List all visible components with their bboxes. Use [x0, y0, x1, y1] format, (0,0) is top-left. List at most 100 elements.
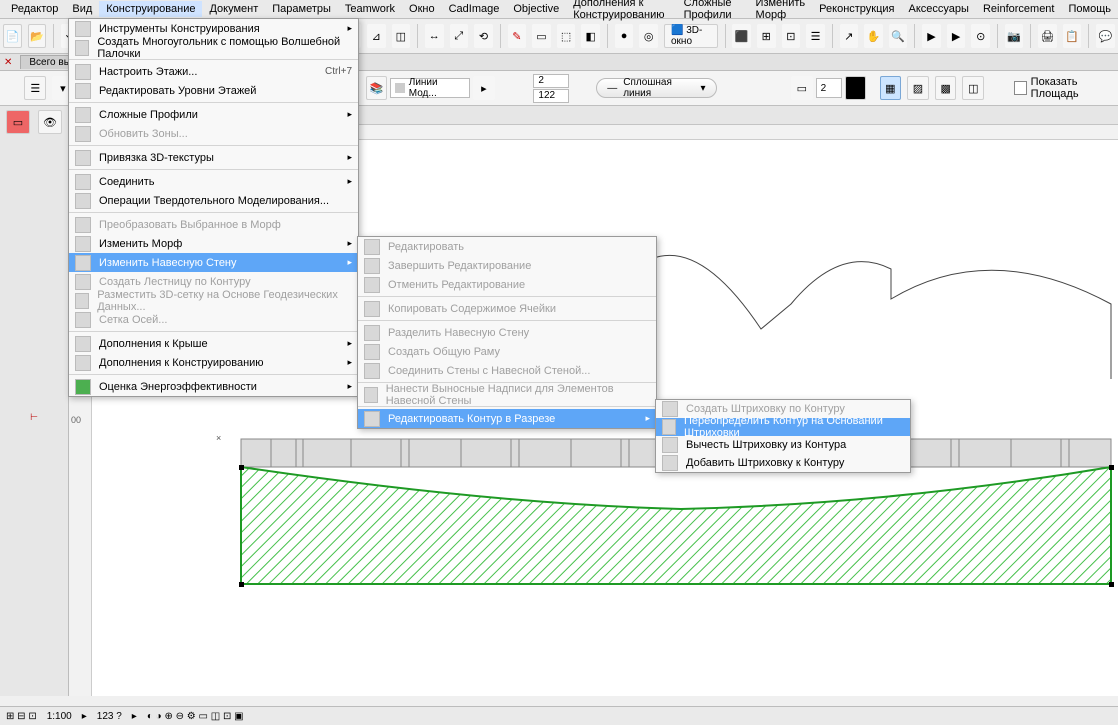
menu-view[interactable]: Вид — [65, 1, 99, 17]
menu-edit-story-levels[interactable]: Редактировать Уровни Этажей — [69, 81, 358, 100]
dim3-icon[interactable]: ⟲ — [474, 24, 493, 48]
contour-submenu[interactable]: Создать Штриховку по Контуру Переопредел… — [655, 399, 911, 473]
num-top-field[interactable]: 2 — [533, 74, 569, 88]
pen-field[interactable]: 2 — [816, 78, 842, 98]
view1-icon[interactable]: ● — [615, 24, 634, 48]
menu-complex-profiles[interactable]: Сложные Профили▸ — [69, 105, 358, 124]
menu-roof-extras[interactable]: Дополнения к Крыше▸ — [69, 334, 358, 353]
sub-edit: Редактировать — [358, 237, 656, 256]
new-icon[interactable]: 📄 — [3, 24, 22, 48]
arrow-icon[interactable]: ↗ — [840, 24, 859, 48]
menu-update-zones: Обновить Зоны... — [69, 124, 358, 143]
nav2-icon[interactable]: ⊞ — [757, 24, 776, 48]
fill-icon[interactable]: ▭ — [532, 24, 551, 48]
eye-icon[interactable]: 👁 — [38, 110, 62, 134]
menu-window[interactable]: Окно — [402, 1, 442, 17]
layer-icon[interactable]: 📚 — [366, 76, 388, 100]
menu-cadimage[interactable]: CadImage — [442, 1, 507, 17]
show-area-label: Показать Площадь — [1031, 76, 1118, 100]
menu-editor[interactable]: Редактор — [4, 1, 65, 17]
sub-labels: Нанести Выносные Надписи для Элементов Н… — [358, 385, 656, 404]
fill4-icon[interactable]: ◫ — [962, 76, 984, 100]
draw4-icon[interactable]: ◫ — [392, 24, 411, 48]
color-icon[interactable]: ◧ — [581, 24, 600, 48]
opt-icon1[interactable]: ☰ — [24, 76, 46, 100]
play-icon[interactable]: ▶ — [922, 24, 941, 48]
menu-design[interactable]: Конструирование — [99, 1, 202, 17]
menu-teamwork[interactable]: Teamwork — [338, 1, 402, 17]
hand-icon[interactable]: ✋ — [864, 24, 883, 48]
menu-addons[interactable]: Дополнения к Конструированию — [566, 0, 676, 23]
pen-icon[interactable]: ✎ — [508, 24, 527, 48]
nav3-icon[interactable]: ⊡ — [782, 24, 801, 48]
menu-modify-curtain-wall[interactable]: Изменить Навесную Стену▸ — [69, 253, 358, 272]
dim2-icon[interactable]: ⤢ — [450, 24, 469, 48]
fill1-icon[interactable]: ▦ — [880, 76, 902, 100]
layer-arrow-icon[interactable]: ▸ — [473, 76, 495, 100]
menu-3d-texture[interactable]: Привязка 3D-текстуры▸ — [69, 148, 358, 167]
menu-document[interactable]: Документ — [202, 1, 265, 17]
status-bar: ⊞ ⊟ ⊡ 1:100 ▸ 123 ? ▸ ◐ ◑ ⊕ ⊖ ⚙ ▭ ◫ ⊡ ▣ — [0, 706, 1118, 725]
sub-finish: Завершить Редактирование — [358, 256, 656, 275]
menu-3d-mesh: Разместить 3D-сетку на Основе Геодезичес… — [69, 291, 358, 310]
dim1-icon[interactable]: ↔ — [425, 24, 444, 48]
menu-story-settings[interactable]: Настроить Этажи...Ctrl+7 — [69, 62, 358, 81]
left-dock: ▭ 👁 ⊢ — [0, 106, 69, 696]
nav4-icon[interactable]: ☰ — [806, 24, 825, 48]
menu-connect[interactable]: Соединить▸ — [69, 172, 358, 191]
sub-join-walls: Соединить Стены с Навесной Стеной... — [358, 361, 656, 380]
menu-modify-morph[interactable]: Изменить Морф▸ — [69, 234, 358, 253]
view3d-button[interactable]: 🟦 3D-окно — [664, 24, 718, 48]
curtain-wall-submenu[interactable]: Редактировать Завершить Редактирование О… — [357, 236, 657, 429]
marquee-icon[interactable]: ▭ — [6, 110, 30, 134]
fill3-icon[interactable]: ▩ — [935, 76, 957, 100]
sub-copy-cell: Копировать Содержимое Ячейки — [358, 299, 656, 318]
menu-reconstruction[interactable]: Реконструкция — [812, 1, 901, 17]
sub2-redefine-contour[interactable]: Переопределить Контур на Основании Штрих… — [656, 418, 910, 436]
fill2-icon[interactable]: ▨ — [907, 76, 929, 100]
status-icons[interactable]: ◐ ◑ ⊕ ⊖ ⚙ ▭ ◫ ⊡ ▣ — [147, 711, 244, 722]
menu-reinforcement[interactable]: Reinforcement — [976, 1, 1062, 17]
view2-icon[interactable]: ◎ — [639, 24, 658, 48]
menu-design-extras[interactable]: Дополнения к Конструированию▸ — [69, 353, 358, 372]
draw3-icon[interactable]: ⊿ — [367, 24, 386, 48]
menu-magic-wand[interactable]: Создать Многоугольник с помощью Волшебно… — [69, 38, 358, 57]
wand-icon — [75, 40, 89, 56]
print-icon[interactable]: 🖨 — [1038, 24, 1057, 48]
sub-split: Разделить Навесную Стену — [358, 323, 656, 342]
status-tools-icon[interactable]: ⊞ ⊟ ⊡ — [6, 711, 37, 722]
design-menu-dropdown[interactable]: Инструменты Конструирования▸ Создать Мно… — [68, 18, 359, 397]
menu-profiles[interactable]: Сложные Профили — [677, 0, 749, 23]
ruler-mark-icon: ⊢ — [30, 412, 38, 423]
play2-icon[interactable]: ▶ — [947, 24, 966, 48]
sub2-add-hatch[interactable]: Добавить Штриховку к Контуру — [656, 454, 910, 472]
nav1-icon[interactable]: ⬛ — [732, 24, 751, 48]
msg-icon[interactable]: 💬 — [1096, 24, 1115, 48]
hatch-icon[interactable]: ⬚ — [557, 24, 576, 48]
num-bot-field[interactable]: 122 — [533, 89, 569, 103]
menu-grid-axes: Сетка Осей... — [69, 310, 358, 329]
cam-icon[interactable]: 📷 — [1005, 24, 1024, 48]
menu-params[interactable]: Параметры — [265, 1, 338, 17]
menu-solid-ops[interactable]: Операции Твердотельного Моделирования... — [69, 191, 358, 210]
rec-icon[interactable]: ⊙ — [971, 24, 990, 48]
plot-icon[interactable]: 📋 — [1063, 24, 1082, 48]
pen-preview-icon: ▭ — [791, 76, 813, 100]
menu-accessories[interactable]: Аксессуары — [902, 1, 976, 17]
menu-objective[interactable]: Objective — [506, 1, 566, 17]
sub-common-frame: Создать Общую Раму — [358, 342, 656, 361]
layer-field[interactable]: Линии Мод... — [390, 78, 470, 98]
svg-text:×: × — [216, 433, 221, 443]
status-coord: 123 ? — [97, 711, 122, 722]
menu-help[interactable]: Помощь — [1062, 1, 1118, 17]
menu-convert-morph: Преобразовать Выбранное в Морф — [69, 215, 358, 234]
sub-edit-contour[interactable]: Редактировать Контур в Разрезе▸ — [358, 409, 656, 428]
open-icon[interactable]: 📂 — [28, 24, 47, 48]
status-zoom[interactable]: 1:100 — [47, 711, 72, 722]
zoom-icon[interactable]: 🔍 — [889, 24, 908, 48]
show-area-checkbox[interactable] — [1014, 81, 1027, 95]
pen-color-icon[interactable] — [845, 76, 867, 100]
menu-energy[interactable]: Оценка Энергоэффективности▸ — [69, 377, 358, 396]
menu-morph[interactable]: Изменить Морф — [749, 0, 813, 23]
linetype-select[interactable]: — Сплошная линия ▾ — [596, 78, 716, 98]
